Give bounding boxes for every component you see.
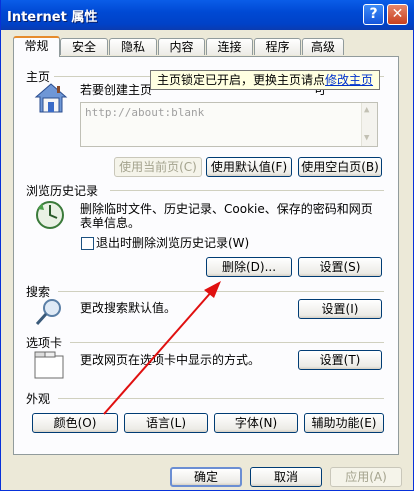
change-homepage-link[interactable]: 修改主页 xyxy=(325,73,373,87)
close-button[interactable]: ✕ xyxy=(387,4,408,25)
window-title: Internet 属性 xyxy=(7,10,98,25)
history-group-label: 浏览历史记录 xyxy=(26,182,103,199)
apply-button[interactable]: 应用(A) xyxy=(330,467,402,487)
search-settings-button[interactable]: 设置(I) xyxy=(298,299,382,319)
tab-security[interactable]: 安全 xyxy=(60,38,108,55)
url-field-scrollbar[interactable]: ▲ ▼ xyxy=(361,103,377,146)
group-divider xyxy=(58,398,384,399)
internet-options-dialog: Internet 属性 ? ✕ 常规 安全 隐私 内容 连接 程序 高级 主页 … xyxy=(0,0,414,491)
general-tab-panel: 主页 若要创建主页 可 主页锁定已开启，更换主页请点修改主页 http://ab… xyxy=(13,56,399,455)
tab-advanced[interactable]: 高级 xyxy=(302,38,344,55)
delete-on-exit-checkbox[interactable] xyxy=(81,237,94,250)
tab-programs[interactable]: 程序 xyxy=(254,38,301,55)
accessibility-button[interactable]: 辅助功能(E) xyxy=(304,413,384,433)
tab-general[interactable]: 常规 xyxy=(13,36,60,57)
tab-privacy[interactable]: 隐私 xyxy=(109,38,157,55)
ok-button[interactable]: 确定 xyxy=(170,467,242,487)
history-desc-line1: 删除临时文件、历史记录、Cookie、保存的密码和网页 xyxy=(80,202,373,216)
scroll-up-icon[interactable]: ▲ xyxy=(364,105,369,115)
title-bar[interactable]: Internet 属性 ? ✕ xyxy=(1,0,414,30)
group-divider xyxy=(110,190,384,191)
colors-button[interactable]: 颜色(O) xyxy=(32,413,118,433)
tabs-group-label: 选项卡 xyxy=(26,334,67,351)
homepage-url-field[interactable]: http://about:blank ▲ ▼ xyxy=(80,102,378,147)
tab-connections[interactable]: 连接 xyxy=(206,38,253,55)
group-divider xyxy=(58,291,384,292)
history-clock-icon xyxy=(36,201,64,229)
close-icon: ✕ xyxy=(391,6,404,22)
history-desc-line2: 表单信息。 xyxy=(80,216,141,230)
house-icon xyxy=(34,83,68,113)
homepage-url-value: http://about:blank xyxy=(85,106,205,119)
cancel-button[interactable]: 取消 xyxy=(250,467,322,487)
fonts-button[interactable]: 字体(N) xyxy=(214,413,298,433)
scroll-down-icon[interactable]: ▼ xyxy=(364,133,369,143)
delete-on-exit-label: 退出时删除浏览历史记录(W) xyxy=(96,236,250,250)
use-current-button[interactable]: 使用当前页(C) xyxy=(114,157,202,177)
group-divider xyxy=(70,342,384,343)
magnifier-icon xyxy=(35,299,61,326)
appearance-group-label: 外观 xyxy=(26,390,55,407)
tooltip-text: 主页锁定已开启，更换主页请点 xyxy=(157,73,326,87)
tabbed-window-icon xyxy=(34,351,64,379)
tab-content[interactable]: 内容 xyxy=(158,38,205,55)
home-desc-line1: 若要创建主页 xyxy=(80,83,153,97)
help-button[interactable]: ? xyxy=(363,4,384,25)
use-default-button[interactable]: 使用默认值(F) xyxy=(206,157,292,177)
use-blank-button[interactable]: 使用空白页(B) xyxy=(298,157,382,177)
tabs-settings-button[interactable]: 设置(T) xyxy=(298,350,382,370)
search-desc: 更改搜索默认值。 xyxy=(80,301,177,315)
delete-history-button[interactable]: 删除(D)... xyxy=(206,257,292,277)
tabs-desc: 更改网页在选项卡中显示的方式。 xyxy=(80,353,261,367)
home-lock-tooltip: 主页锁定已开启，更换主页请点修改主页 xyxy=(150,70,380,90)
history-settings-button[interactable]: 设置(S) xyxy=(298,257,382,277)
languages-button[interactable]: 语言(L) xyxy=(124,413,208,433)
help-icon: ? xyxy=(369,6,378,22)
